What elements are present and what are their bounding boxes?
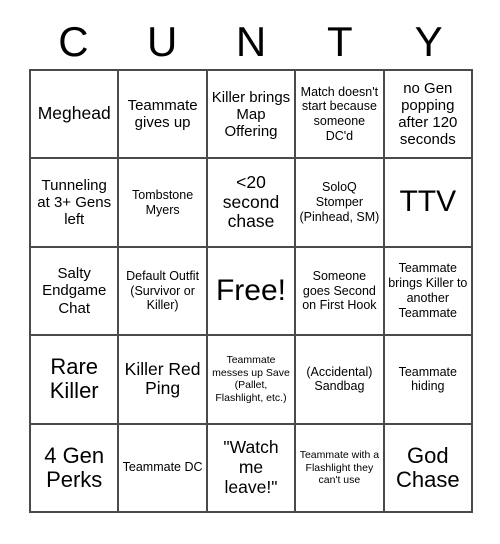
bingo-cell-r2c3[interactable]: <20 second chase xyxy=(207,159,297,248)
bingo-header-letter-2: U xyxy=(147,17,178,65)
bingo-header-letter-3: N xyxy=(235,17,267,65)
bingo-cell-r1c2[interactable]: Teammate gives up xyxy=(119,71,208,160)
bingo-header-row: C U N T Y xyxy=(29,14,473,69)
bingo-cell-text: TTV xyxy=(399,185,457,219)
bingo-grid: Meghead Teammate gives up Killer brings … xyxy=(29,69,473,513)
bingo-header-letter-4: T xyxy=(326,17,353,65)
bingo-cell-r3c4[interactable]: Someone goes Second on First Hook xyxy=(296,247,385,337)
bingo-cell-r1c1[interactable]: Meghead xyxy=(31,71,120,160)
bingo-cell-text: Salty Endgame Chat xyxy=(42,265,107,317)
bingo-cell-text: Teammate gives up xyxy=(127,97,198,132)
bingo-cell-r2c4[interactable]: SoloQ Stomper (Pinhead, SM) xyxy=(296,159,385,248)
bingo-cell-text: Tombstone Myers xyxy=(132,187,194,217)
bingo-card: C U N T Y Meghead Teammate gives up Kill… xyxy=(0,0,500,544)
bingo-cell-text: (Accidental) Sandbag xyxy=(306,364,373,394)
bingo-cell-text: Teammate messes up Save (Pallet, Flashli… xyxy=(212,354,290,404)
bingo-cell-text: "Watch me leave!" xyxy=(223,437,279,497)
bingo-free-space-label: Free! xyxy=(215,273,286,307)
bingo-cell-r4c1[interactable]: Rare Killer xyxy=(31,336,120,425)
bingo-header-letter-5: Y xyxy=(414,17,443,65)
bingo-cell-r1c4[interactable]: Match doesn't start because someone DC'd xyxy=(296,71,385,160)
bingo-cell-r4c2[interactable]: Killer Red Ping xyxy=(119,336,208,425)
bingo-cell-text: Default Outfit (Survivor or Killer) xyxy=(126,268,200,313)
bingo-cell-text: Meghead xyxy=(37,103,111,124)
bingo-cell-r5c5[interactable]: God Chase xyxy=(384,424,473,513)
bingo-cell-text: no Gen popping after 120 seconds xyxy=(398,80,458,149)
bingo-cell-free-space[interactable]: Free! xyxy=(207,247,297,337)
bingo-header-letter-1: C xyxy=(58,17,89,65)
bingo-cell-r2c2[interactable]: Tombstone Myers xyxy=(119,159,208,248)
bingo-cell-text: Killer Red Ping xyxy=(124,358,201,399)
bingo-cell-text: <20 second chase xyxy=(222,172,280,232)
bingo-cell-r3c1[interactable]: Salty Endgame Chat xyxy=(31,247,120,337)
bingo-cell-text: 4 Gen Perks xyxy=(44,442,105,492)
bingo-cell-r5c4[interactable]: Teammate with a Flashlight they can't us… xyxy=(296,424,385,513)
bingo-cell-text: Tunneling at 3+ Gens left xyxy=(37,176,112,229)
bingo-cell-r4c4[interactable]: (Accidental) Sandbag xyxy=(296,336,385,425)
bingo-cell-r5c3[interactable]: "Watch me leave!" xyxy=(207,424,297,513)
bingo-cell-text: SoloQ Stomper (Pinhead, SM) xyxy=(299,180,380,224)
bingo-cell-text: Killer brings Map Offering xyxy=(211,88,291,140)
bingo-cell-r5c1[interactable]: 4 Gen Perks xyxy=(31,424,120,513)
bingo-cell-r3c2[interactable]: Default Outfit (Survivor or Killer) xyxy=(119,247,208,337)
bingo-cell-r2c1[interactable]: Tunneling at 3+ Gens left xyxy=(31,159,120,248)
bingo-cell-r3c5[interactable]: Teammate brings Killer to another Teamma… xyxy=(384,247,473,337)
bingo-cell-text: Teammate hiding xyxy=(398,364,457,394)
bingo-cell-r4c5[interactable]: Teammate hiding xyxy=(384,336,473,425)
bingo-cell-text: Rare Killer xyxy=(49,354,99,404)
bingo-cell-r1c3[interactable]: Killer brings Map Offering xyxy=(207,71,297,160)
bingo-cell-r4c3[interactable]: Teammate messes up Save (Pallet, Flashli… xyxy=(207,336,297,425)
bingo-cell-r1c5[interactable]: no Gen popping after 120 seconds xyxy=(384,71,473,160)
bingo-cell-r2c5[interactable]: TTV xyxy=(384,159,473,248)
bingo-cell-text: Teammate DC xyxy=(122,460,203,475)
bingo-cell-r5c2[interactable]: Teammate DC xyxy=(119,424,208,513)
bingo-cell-text: God Chase xyxy=(396,442,460,492)
bingo-cell-text: Someone goes Second on First Hook xyxy=(302,268,377,313)
bingo-cell-text: Teammate brings Killer to another Teamma… xyxy=(388,261,468,320)
bingo-cell-text: Match doesn't start because someone DC'd xyxy=(300,84,379,143)
bingo-cell-text: Teammate with a Flashlight they can't us… xyxy=(299,448,380,487)
